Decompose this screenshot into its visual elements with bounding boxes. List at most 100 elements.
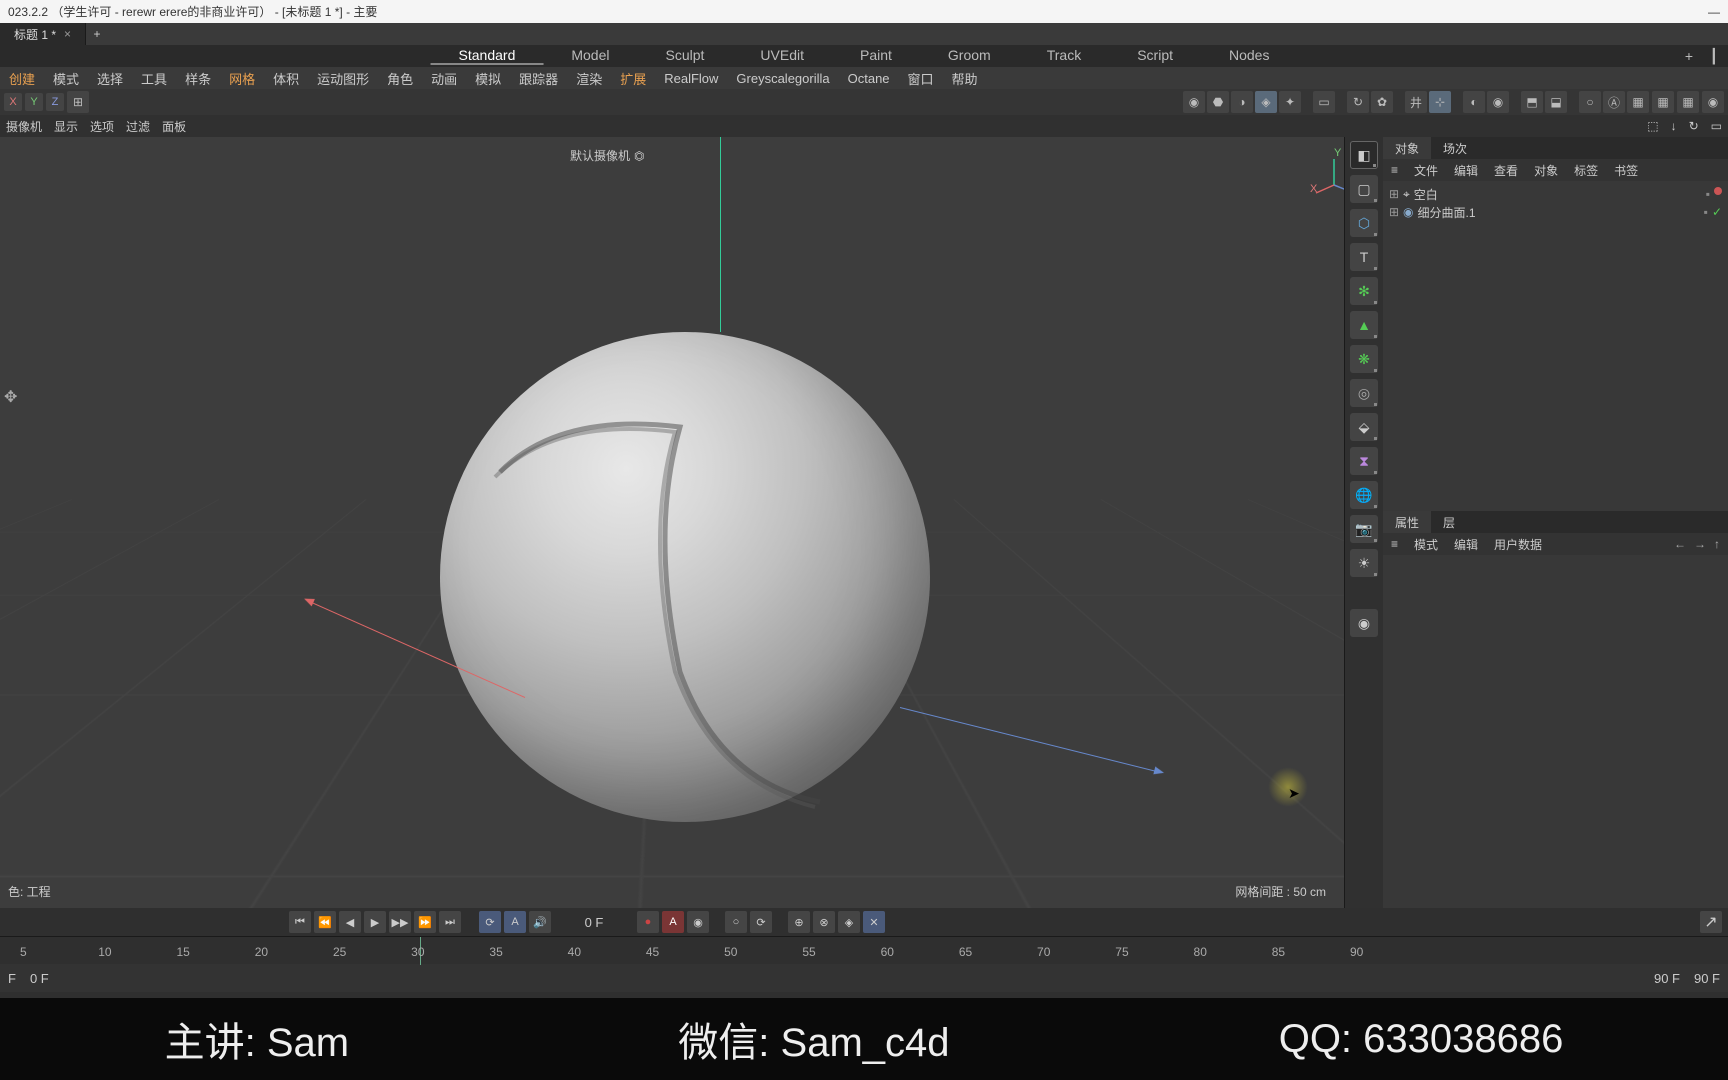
expand-icon[interactable]: ⊞ (1389, 187, 1399, 201)
layout-tab-nodes[interactable]: Nodes (1201, 47, 1297, 65)
range-total-field[interactable]: 90 F (1694, 971, 1720, 986)
menu-edit[interactable]: 编辑 (1446, 162, 1486, 179)
sound-icon[interactable]: 🔊 (529, 911, 551, 933)
layout-tab-standard[interactable]: Standard (431, 47, 544, 65)
palette-light-icon[interactable]: ☀ (1350, 549, 1378, 577)
view-nav-icon[interactable]: ▭ (1711, 119, 1722, 133)
view-menu-display[interactable]: 显示 (54, 118, 78, 135)
minimize-icon[interactable]: — (1708, 5, 1720, 19)
range-end-field[interactable]: 90 F (1654, 971, 1680, 986)
key-pos-icon[interactable]: ○ (725, 911, 747, 933)
goto-end-icon[interactable]: ⏭ (439, 911, 461, 933)
document-tab[interactable]: 标题 1 * × (0, 23, 86, 46)
menu-item[interactable]: Octane (839, 71, 899, 86)
palette-text-icon[interactable]: T (1350, 243, 1378, 271)
autokey-icon[interactable]: A (662, 911, 684, 933)
add-layout-icon[interactable]: + (1685, 48, 1693, 64)
tree-row-null[interactable]: ⊞ ⌖ 空白 ▪ (1389, 185, 1722, 203)
menu-item[interactable]: Greyscalegorilla (727, 71, 838, 86)
menu-icon[interactable]: ≡ (1383, 163, 1406, 177)
render-dot-icon[interactable] (1714, 187, 1722, 195)
menu-mode[interactable]: 模式 (1406, 536, 1446, 553)
viewport-side-tool-icon[interactable]: ✥ (4, 387, 22, 405)
visibility-toggle[interactable]: ▪ (1706, 187, 1710, 201)
rect-tool-icon[interactable]: ▭ (1313, 91, 1335, 113)
menu-item[interactable]: 体积 (264, 69, 308, 88)
render-region-icon[interactable]: ▦ (1652, 91, 1674, 113)
layout-tab-track[interactable]: Track (1019, 47, 1109, 65)
axis-z-button[interactable]: Z (46, 93, 64, 111)
picture-viewer-icon[interactable]: ◉ (1702, 91, 1724, 113)
tool-icon[interactable]: ◐ (1463, 91, 1485, 113)
layout-tab-model[interactable]: Model (543, 47, 637, 65)
menu-item[interactable]: 模式 (44, 69, 88, 88)
menu-item[interactable]: 动画 (422, 69, 466, 88)
view-menu-camera[interactable]: 摄像机 (6, 118, 42, 135)
menu-userdata[interactable]: 用户数据 (1486, 536, 1550, 553)
coord-system-icon[interactable]: ⊞ (67, 91, 89, 113)
layout-tab-script[interactable]: Script (1109, 47, 1201, 65)
timeline-ruler[interactable]: 51015202530354045505560657075808590 (0, 936, 1728, 964)
key-options-icon[interactable]: ◉ (687, 911, 709, 933)
menu-view[interactable]: 查看 (1486, 162, 1526, 179)
nav-fwd-icon[interactable]: → (1694, 537, 1706, 551)
tool-icon[interactable]: ◉ (1183, 91, 1205, 113)
palette-simulate-icon[interactable]: ❋ (1350, 345, 1378, 373)
key-psa-icon[interactable]: ⊕ (788, 911, 810, 933)
palette-cube-icon[interactable]: ⬡ (1350, 209, 1378, 237)
palette-field-icon[interactable]: ▲ (1350, 311, 1378, 339)
menu-icon[interactable]: ≡ (1383, 537, 1406, 551)
key-pla-icon[interactable]: ◈ (838, 911, 860, 933)
palette-objects-icon[interactable]: ◧ (1350, 141, 1378, 169)
palette-symmetry-icon[interactable]: ⧗ (1350, 447, 1378, 475)
palette-material-icon[interactable]: ◉ (1350, 609, 1378, 637)
add-tab-button[interactable]: + (86, 27, 108, 41)
menu-item[interactable]: 模拟 (466, 69, 510, 88)
menu-file[interactable]: 文件 (1406, 162, 1446, 179)
view-menu-options[interactable]: 选项 (90, 118, 114, 135)
key-param-icon[interactable]: ⊗ (813, 911, 835, 933)
menu-item[interactable]: 网格 (220, 69, 264, 88)
nav-back-icon[interactable]: ← (1674, 537, 1686, 551)
menu-item[interactable]: 渲染 (567, 69, 611, 88)
menu-item[interactable]: 样条 (176, 69, 220, 88)
snap-grid-icon[interactable]: 井 (1405, 91, 1427, 113)
nav-up-icon[interactable]: ↑ (1714, 537, 1720, 551)
menu-item[interactable]: 选择 (88, 69, 132, 88)
menu-item[interactable]: 创建 (0, 69, 44, 88)
viewport-3d[interactable]: ✥ 默认摄像机 ⏣ Y X Z 色: 工程 网格间距 : 50 cm ➤ (0, 137, 1345, 908)
record-dot-icon[interactable]: ● (637, 911, 659, 933)
menu-edit[interactable]: 编辑 (1446, 536, 1486, 553)
render-settings-icon[interactable]: ▦ (1677, 91, 1699, 113)
object-tree[interactable]: ⊞ ⌖ 空白 ▪ ⊞ ◉ 细分曲面.1 ▪ ✓ (1383, 181, 1728, 511)
view-menu-filter[interactable]: 过滤 (126, 118, 150, 135)
layout-tab-paint[interactable]: Paint (832, 47, 920, 65)
palette-deformer-icon[interactable]: ⬙ (1350, 413, 1378, 441)
key-sel-icon[interactable]: ✕ (863, 911, 885, 933)
snap-point-icon[interactable]: ⊹ (1429, 91, 1451, 113)
palette-mograph-icon[interactable]: ✻ (1350, 277, 1378, 305)
tool-icon[interactable]: ⬒ (1521, 91, 1543, 113)
axis-y-button[interactable]: Y (25, 93, 43, 111)
close-tab-icon[interactable]: × (64, 27, 71, 41)
axis-x-button[interactable]: X (4, 93, 22, 111)
current-frame-field[interactable]: 0 F (554, 915, 634, 930)
layout-tab-sculpt[interactable]: Sculpt (638, 47, 733, 65)
view-nav-icon[interactable]: ↓ (1671, 119, 1677, 133)
menu-item[interactable]: RealFlow (655, 71, 727, 86)
expand-icon[interactable]: ⊞ (1389, 205, 1399, 219)
view-nav-icon[interactable]: ↻ (1689, 119, 1699, 133)
play-icon[interactable]: ▶ (364, 911, 386, 933)
tool-icon[interactable]: ⬣ (1207, 91, 1229, 113)
tool-icon[interactable]: Ⓐ (1603, 91, 1625, 113)
next-frame-icon[interactable]: ▶▶ (389, 911, 411, 933)
timeline-popout-icon[interactable]: ↗ (1700, 911, 1722, 933)
prev-frame-icon[interactable]: ◀ (339, 911, 361, 933)
next-key-icon[interactable]: ⏩ (414, 911, 436, 933)
autokey-a-icon[interactable]: A (504, 911, 526, 933)
menu-item[interactable]: 跟踪器 (510, 69, 567, 88)
range-start-label[interactable]: F (8, 971, 16, 986)
range-start-field[interactable]: 0 F (30, 971, 49, 986)
layout-tab-uvedit[interactable]: UVEdit (732, 47, 832, 65)
enable-check-icon[interactable]: ✓ (1712, 205, 1722, 219)
